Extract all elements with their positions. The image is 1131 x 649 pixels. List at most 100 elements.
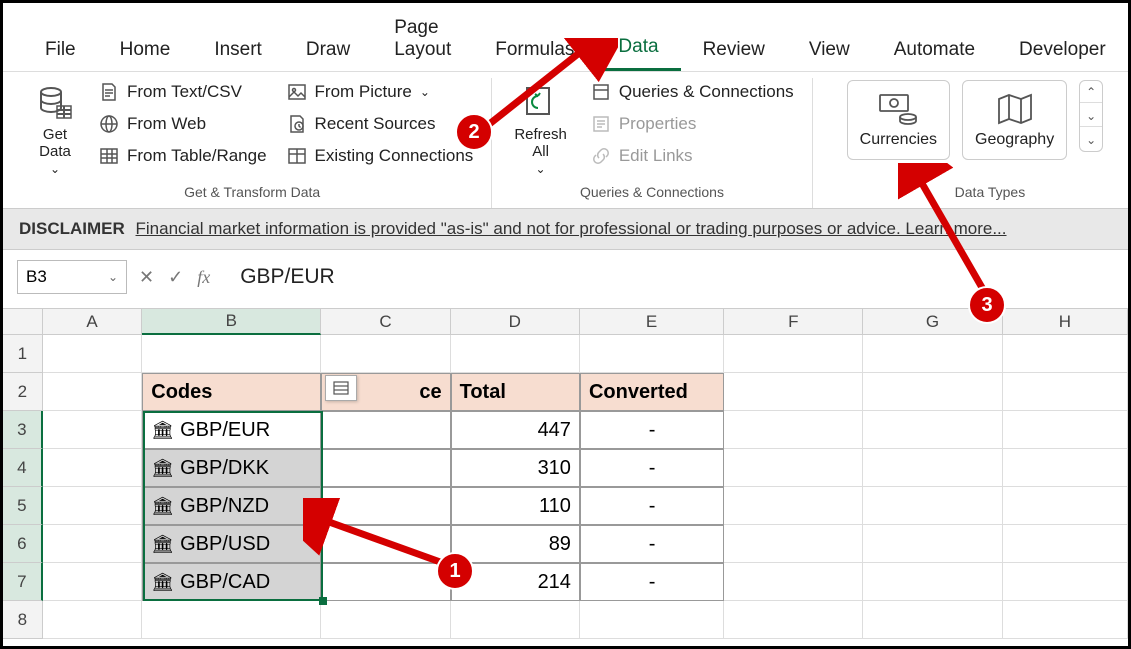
cell-a1[interactable] (43, 335, 143, 373)
cell-h3[interactable] (1003, 411, 1128, 449)
cancel-icon[interactable]: ✕ (139, 267, 154, 288)
cell-c1[interactable] (321, 335, 450, 373)
col-header-c[interactable]: C (321, 309, 450, 335)
cell-e3[interactable]: - (580, 411, 724, 449)
cell-f4[interactable] (724, 449, 863, 487)
col-header-f[interactable]: F (724, 309, 863, 335)
cell-b1[interactable] (142, 335, 321, 373)
worksheet[interactable]: A B C D E F G H 1 2 Codes ce Total Conve… (3, 309, 1128, 639)
scroll-more-icon[interactable]: ⌄ (1080, 129, 1102, 151)
cell-e2[interactable]: Converted (580, 373, 724, 411)
row-header-7[interactable]: 7 (3, 563, 43, 601)
cell-f6[interactable] (724, 525, 863, 563)
cell-a7[interactable] (43, 563, 143, 601)
col-header-e[interactable]: E (580, 309, 724, 335)
row-header-5[interactable]: 5 (3, 487, 43, 525)
cell-e6[interactable]: - (580, 525, 724, 563)
cell-e7[interactable]: - (580, 563, 724, 601)
cell-e5[interactable]: - (580, 487, 724, 525)
cell-h6[interactable] (1003, 525, 1128, 563)
cell-f1[interactable] (724, 335, 863, 373)
cell-b4[interactable]: 🏛GBP/DKK (142, 449, 321, 487)
cell-d5[interactable]: 110 (451, 487, 580, 525)
cell-g6[interactable] (863, 525, 1002, 563)
cell-b5[interactable]: 🏛GBP/NZD (142, 487, 321, 525)
row-header-3[interactable]: 3 (3, 411, 43, 449)
cell-b6[interactable]: 🏛GBP/USD (142, 525, 321, 563)
cell-a3[interactable] (43, 411, 143, 449)
cell-g1[interactable] (863, 335, 1002, 373)
cell-a6[interactable] (43, 525, 143, 563)
cell-e1[interactable] (580, 335, 724, 373)
cell-f7[interactable] (724, 563, 863, 601)
cell-b8[interactable] (142, 601, 321, 639)
tab-view[interactable]: View (787, 33, 872, 71)
cell-a2[interactable] (43, 373, 143, 411)
row-header-1[interactable]: 1 (3, 335, 43, 373)
cell-b7[interactable]: 🏛GBP/CAD (142, 563, 321, 601)
enter-icon[interactable]: ✓ (168, 267, 183, 288)
cell-f3[interactable] (724, 411, 863, 449)
cell-h5[interactable] (1003, 487, 1128, 525)
row-header-8[interactable]: 8 (3, 601, 43, 639)
from-web-button[interactable]: From Web (95, 112, 271, 136)
tab-home[interactable]: Home (98, 33, 193, 71)
col-header-b[interactable]: B (142, 309, 321, 335)
data-types-scroll[interactable]: ⌃ ⌄ ⌄ (1079, 80, 1103, 152)
col-header-h[interactable]: H (1003, 309, 1128, 335)
cell-a8[interactable] (43, 601, 143, 639)
cell-g4[interactable] (863, 449, 1002, 487)
cell-f8[interactable] (724, 601, 863, 639)
cell-b3[interactable]: 🏛GBP/EUR (142, 411, 321, 449)
cell-c4[interactable] (321, 449, 450, 487)
cell-a4[interactable] (43, 449, 143, 487)
row-header-2[interactable]: 2 (3, 373, 43, 411)
scroll-up-icon[interactable]: ⌃ (1080, 81, 1102, 103)
col-header-d[interactable]: D (451, 309, 580, 335)
tab-automate[interactable]: Automate (872, 33, 997, 71)
cell-d2[interactable]: Total (451, 373, 580, 411)
cell-c8[interactable] (321, 601, 450, 639)
cell-d4[interactable]: 310 (451, 449, 580, 487)
cell-e4[interactable]: - (580, 449, 724, 487)
cell-d1[interactable] (451, 335, 580, 373)
cell-h8[interactable] (1003, 601, 1128, 639)
cell-g3[interactable] (863, 411, 1002, 449)
tab-insert[interactable]: Insert (192, 33, 284, 71)
tab-draw[interactable]: Draw (284, 33, 372, 71)
from-picture-button[interactable]: From Picture (283, 80, 478, 104)
cell-d6[interactable]: 89 (451, 525, 580, 563)
col-header-a[interactable]: A (43, 309, 142, 335)
row-header-4[interactable]: 4 (3, 449, 43, 487)
cell-h7[interactable] (1003, 563, 1128, 601)
disclaimer-link[interactable]: Financial market information is provided… (136, 219, 1007, 238)
from-text-csv-button[interactable]: From Text/CSV (95, 80, 271, 104)
queries-connections-button[interactable]: Queries & Connections (587, 80, 798, 104)
cell-d8[interactable] (451, 601, 580, 639)
selection-handle[interactable] (319, 597, 327, 605)
cell-f5[interactable] (724, 487, 863, 525)
cell-e8[interactable] (580, 601, 724, 639)
from-table-range-button[interactable]: From Table/Range (95, 144, 271, 168)
cell-a5[interactable] (43, 487, 143, 525)
cell-h1[interactable] (1003, 335, 1128, 373)
get-data-button[interactable]: Get Data (27, 80, 83, 180)
geography-button[interactable]: Geography (962, 80, 1067, 160)
scroll-down-icon[interactable]: ⌄ (1080, 105, 1102, 127)
cell-c3[interactable] (321, 411, 450, 449)
cell-g2[interactable] (863, 373, 1002, 411)
cell-h2[interactable] (1003, 373, 1128, 411)
currencies-button[interactable]: Currencies (847, 80, 950, 160)
cell-h4[interactable] (1003, 449, 1128, 487)
cell-f2[interactable] (724, 373, 863, 411)
tab-file[interactable]: File (23, 33, 98, 71)
name-box[interactable]: B3 ⌄ (17, 260, 127, 294)
tab-review[interactable]: Review (681, 33, 787, 71)
cell-g8[interactable] (863, 601, 1002, 639)
row-header-6[interactable]: 6 (3, 525, 43, 563)
recent-sources-button[interactable]: Recent Sources (283, 112, 478, 136)
cell-d3[interactable]: 447 (451, 411, 580, 449)
cell-b2[interactable]: Codes (142, 373, 321, 411)
fx-icon[interactable]: fx (197, 267, 210, 288)
chevron-down-icon[interactable]: ⌄ (108, 270, 118, 284)
